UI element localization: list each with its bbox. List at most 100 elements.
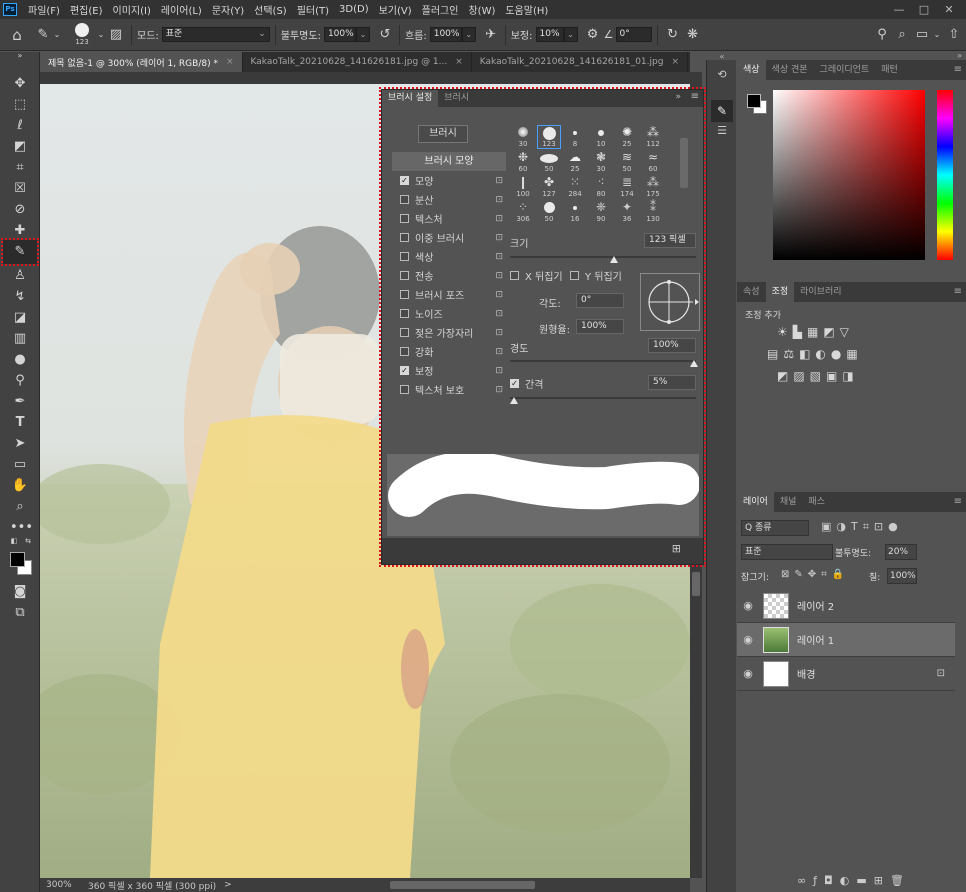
brush-tip-selected[interactable]: 123 [537, 125, 561, 149]
collapse-icon[interactable]: » [675, 92, 681, 102]
tab-adjustments[interactable]: 조정 [765, 282, 795, 302]
tab-libraries[interactable]: 라이브러리 [794, 282, 847, 302]
angle-roundness-widget[interactable] [640, 273, 700, 331]
brushes-button[interactable]: 브러시 [418, 125, 468, 143]
lock-icon[interactable]: ⊡ [495, 176, 503, 186]
option-smoothing[interactable]: ✓ 보정 ⊡ [397, 361, 505, 380]
brush-tip[interactable]: 50 [538, 201, 560, 223]
tab-color[interactable]: 색상 [737, 60, 766, 80]
option-build-up[interactable]: 강화 ⊡ [397, 342, 505, 361]
option-transfer[interactable]: 전송 ⊡ [397, 266, 505, 285]
lock-icon[interactable]: ⊡ [495, 328, 503, 338]
lock-icons[interactable]: ⊠✎✥⌗🔒 [781, 569, 849, 580]
checkbox[interactable]: ✓ [400, 176, 409, 185]
status-menu-arrow[interactable]: > [216, 880, 232, 890]
checkbox[interactable] [400, 252, 409, 261]
tab-layers[interactable]: 레이어 [737, 492, 774, 512]
menu-file[interactable]: 파일(F) [23, 2, 65, 17]
brush-tip[interactable]: 30 [512, 126, 534, 148]
collapse-icon[interactable]: » [10, 50, 30, 62]
stamp-tool-icon[interactable]: ♙ [10, 266, 30, 285]
opacity-field[interactable]: 100% [323, 27, 356, 42]
brush-tip[interactable]: ❈ 90 [590, 201, 612, 223]
blur-tool-icon[interactable]: ● [10, 350, 30, 369]
brush-preset-picker[interactable]: 123 [68, 21, 96, 49]
horizontal-scrollbar-thumb[interactable] [390, 881, 535, 889]
tab-close-icon[interactable]: × [671, 57, 679, 67]
lock-icon[interactable]: ⊡ [495, 271, 503, 281]
flow-field[interactable]: 100% [429, 27, 462, 42]
healing-brush-tool-icon[interactable]: ✚ [10, 221, 30, 240]
brush-tip[interactable]: ⁑ 130 [642, 201, 664, 223]
menu-layer[interactable]: 레이어(L) [156, 2, 207, 17]
option-scattering[interactable]: 분산 ⊡ [397, 190, 505, 209]
option-color-dynamics[interactable]: 색상 ⊡ [397, 247, 505, 266]
brush-tip[interactable]: ⁂ 112 [642, 126, 664, 148]
history-panel-icon[interactable]: ⟲ [713, 68, 731, 86]
pressure-opacity-icon[interactable]: ↺ [376, 27, 394, 42]
brush-tip[interactable]: ⁂ 175 [642, 176, 664, 198]
quick-mask-icon[interactable]: ◙ [10, 582, 30, 601]
menu-3d[interactable]: 3D(D) [334, 4, 374, 15]
menu-filter[interactable]: 필터(T) [292, 2, 334, 17]
eye-icon[interactable]: ◉ [737, 599, 759, 612]
brush-tip[interactable]: ❉ 60 [512, 151, 534, 173]
checkbox[interactable] [400, 290, 409, 299]
screen-mode-icon[interactable]: ⧉ [10, 603, 30, 622]
brush-tip[interactable]: ≈60 [642, 151, 664, 173]
menu-view[interactable]: 보기(V) [374, 2, 417, 17]
angle-field[interactable]: 0° [615, 27, 652, 42]
checkbox[interactable] [510, 271, 519, 280]
brush-tip[interactable]: ✦ 36 [616, 201, 638, 223]
hand-tool-icon[interactable]: ✋ [10, 476, 30, 495]
tab-document-2[interactable]: KakaoTalk_20210628_141626181.jpg @ 1... … [243, 52, 472, 72]
eye-icon[interactable]: ◉ [737, 667, 759, 680]
object-select-tool-icon[interactable]: ◩ [10, 137, 30, 156]
minimize-button[interactable]: — [888, 3, 910, 17]
option-dual-brush[interactable]: 이중 브러시 ⊡ [397, 228, 505, 247]
layer-name[interactable]: 레이어 1 [797, 632, 834, 647]
hardness-field[interactable]: 100% [648, 338, 696, 353]
adjustment-icons-row-1[interactable]: ☀▙▦◩▽ [777, 325, 937, 339]
menu-image[interactable]: 이미지(I) [108, 2, 156, 17]
checkbox[interactable] [400, 385, 409, 394]
collapse-icon[interactable]: « [707, 52, 737, 61]
marquee-tool-icon[interactable]: ⬚ [10, 95, 30, 114]
move-tool-icon[interactable]: ✥ [10, 74, 30, 93]
mode-select[interactable]: 표준 ⌄ [161, 27, 270, 42]
flip-x-option[interactable]: X 뒤집기 [510, 268, 563, 283]
layer-row[interactable]: ◉ 레이어 2 [737, 589, 955, 623]
chevron-down-icon[interactable]: ⌄ [355, 27, 370, 42]
tab-gradients[interactable]: 그레이디언트 [814, 60, 876, 80]
tab-close-icon[interactable]: × [455, 57, 463, 67]
lock-icon[interactable]: ⊡ [495, 233, 503, 243]
tab-paths[interactable]: 패스 [802, 492, 831, 512]
checkbox[interactable] [400, 309, 409, 318]
vertical-scrollbar-thumb[interactable] [692, 572, 700, 596]
checkbox[interactable] [400, 271, 409, 280]
zoom-tool-icon[interactable]: ⌕ [10, 497, 30, 516]
swap-colors-icon[interactable]: ⇆ [22, 536, 34, 546]
option-protect-texture[interactable]: 텍스처 보호 ⊡ [397, 380, 505, 399]
adjustment-icons-row-2[interactable]: ▤⚖◧◐●▦ [767, 347, 947, 361]
tip-grid-scrollbar[interactable] [680, 138, 688, 188]
layer-name[interactable]: 레이어 2 [797, 598, 834, 613]
size-slider[interactable] [510, 256, 696, 258]
brush-tip[interactable]: ✤ 127 [538, 176, 560, 198]
search-icon[interactable]: ⌕ [892, 27, 912, 42]
color-field[interactable] [773, 90, 925, 260]
crop-tool-icon[interactable]: ⌗ [10, 158, 30, 177]
tab-close-icon[interactable]: × [226, 57, 234, 67]
chevron-down-icon[interactable]: ⌄ [96, 30, 106, 39]
checkbox[interactable] [400, 214, 409, 223]
smoothing-field[interactable]: 10% [535, 27, 564, 42]
layer-row[interactable]: ◉ 배경 ⊡ [737, 657, 955, 691]
maximize-button[interactable]: □ [913, 3, 935, 17]
eraser-tool-icon[interactable]: ◪ [10, 308, 30, 327]
brush-tip[interactable]: ≋ 50 [616, 151, 638, 173]
option-brush-pose[interactable]: 브러시 포즈 ⊡ [397, 285, 505, 304]
lock-icon[interactable]: ⊡ [495, 214, 503, 224]
more-tools-icon[interactable]: ••• [10, 518, 33, 537]
share-icon[interactable]: ⇧ [942, 27, 966, 42]
lock-icon[interactable]: ⊡ [495, 385, 503, 395]
